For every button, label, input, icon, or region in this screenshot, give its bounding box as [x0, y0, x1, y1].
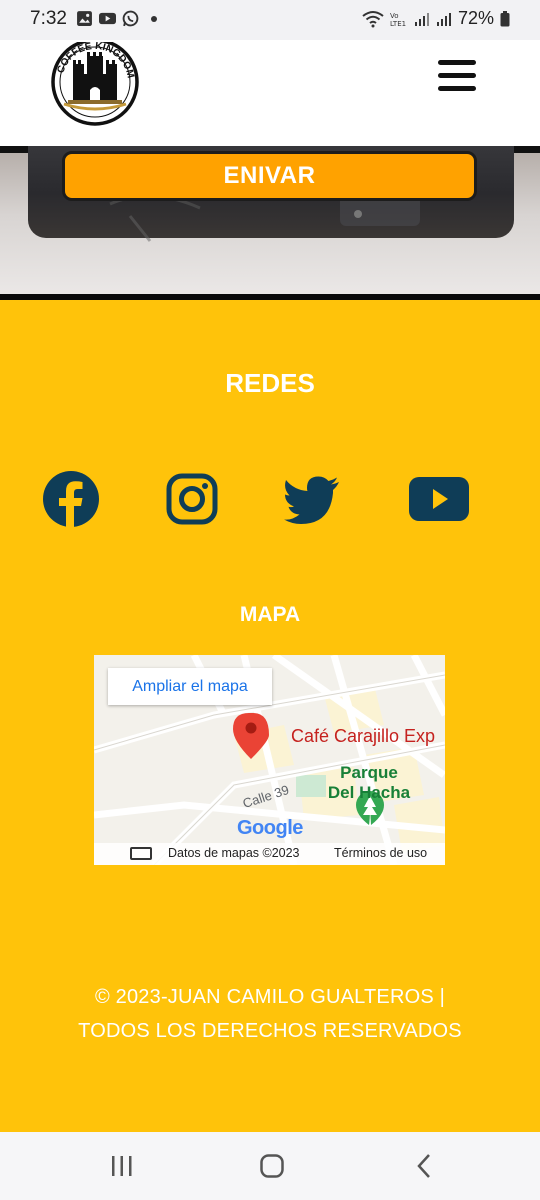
map-park-label: Parque Del Hacha: [324, 763, 414, 803]
map-park-label-line1: Parque: [340, 763, 398, 782]
signal-icon: [414, 12, 429, 26]
system-icons: Vo LTE1 72%: [362, 8, 510, 29]
back-icon[interactable]: [404, 1150, 444, 1182]
map-park-label-line2: Del Hacha: [327, 783, 411, 802]
map-title: MAPA: [239, 603, 301, 626]
volte-icon: VoLTE1: [390, 12, 406, 28]
status-time: 7:32: [30, 8, 67, 29]
system-navigation-bar: [0, 1132, 540, 1200]
map-place-label[interactable]: Café Carajillo Exp: [291, 726, 435, 747]
contact-form-section: ENIVAR: [0, 146, 540, 300]
coffee-kingdom-logo[interactable]: COFFEE KINGDOM: [48, 42, 144, 126]
map-data-label: Datos de mapas ©2023: [168, 846, 300, 860]
divider: [0, 294, 540, 300]
status-bar: 7:32 Vo LTE1 72%: [0, 0, 540, 40]
battery-icon: [500, 10, 510, 26]
more-notifications-dot: [151, 15, 157, 22]
notification-icons: [76, 10, 157, 27]
facebook-link[interactable]: [42, 470, 100, 528]
twitter-link[interactable]: [284, 476, 340, 524]
youtube-icon: [409, 477, 469, 521]
site-header: COFFEE KINGDOM: [0, 40, 540, 146]
svg-text:LTE1: LTE1: [390, 20, 406, 28]
signal-icon: [436, 12, 451, 26]
instagram-link[interactable]: [166, 473, 218, 525]
submit-button[interactable]: ENIVAR: [62, 151, 477, 201]
keyboard-shortcuts-icon[interactable]: [130, 847, 152, 860]
home-icon[interactable]: [252, 1150, 292, 1182]
copyright-line1: © 2023-JUAN CAMILO GUALTEROS |: [94, 986, 446, 1008]
image-icon: [77, 11, 92, 26]
facebook-icon: [43, 471, 99, 528]
copyright: © 2023-JUAN CAMILO GUALTEROS | TODOS LOS…: [0, 980, 540, 1048]
google-logo-text: Google: [237, 817, 303, 839]
google-logo: Google: [237, 817, 303, 840]
embedded-map[interactable]: Ampliar el mapa Café Carajillo Exp Parqu…: [94, 655, 445, 865]
hamburger-menu-icon[interactable]: [436, 58, 478, 94]
recent-apps-icon[interactable]: [102, 1150, 142, 1182]
battery-percent: 72%: [457, 8, 494, 28]
map-attribution-bar: Datos de mapas ©2023 Términos de uso: [94, 843, 445, 865]
map-terms-link[interactable]: Términos de uso: [334, 846, 427, 860]
instagram-icon: [166, 473, 218, 525]
copyright-line2: TODOS LOS DERECHOS RESERVADOS: [78, 1020, 462, 1042]
social-title: REDES: [225, 368, 315, 398]
youtube-link[interactable]: [409, 477, 469, 521]
expand-map-link[interactable]: Ampliar el mapa: [108, 668, 272, 705]
youtube-icon: [99, 12, 116, 25]
twitter-icon: [284, 476, 339, 524]
svg-text:Vo: Vo: [390, 12, 399, 20]
wifi-icon: [362, 10, 384, 27]
whatsapp-icon: [122, 10, 139, 27]
